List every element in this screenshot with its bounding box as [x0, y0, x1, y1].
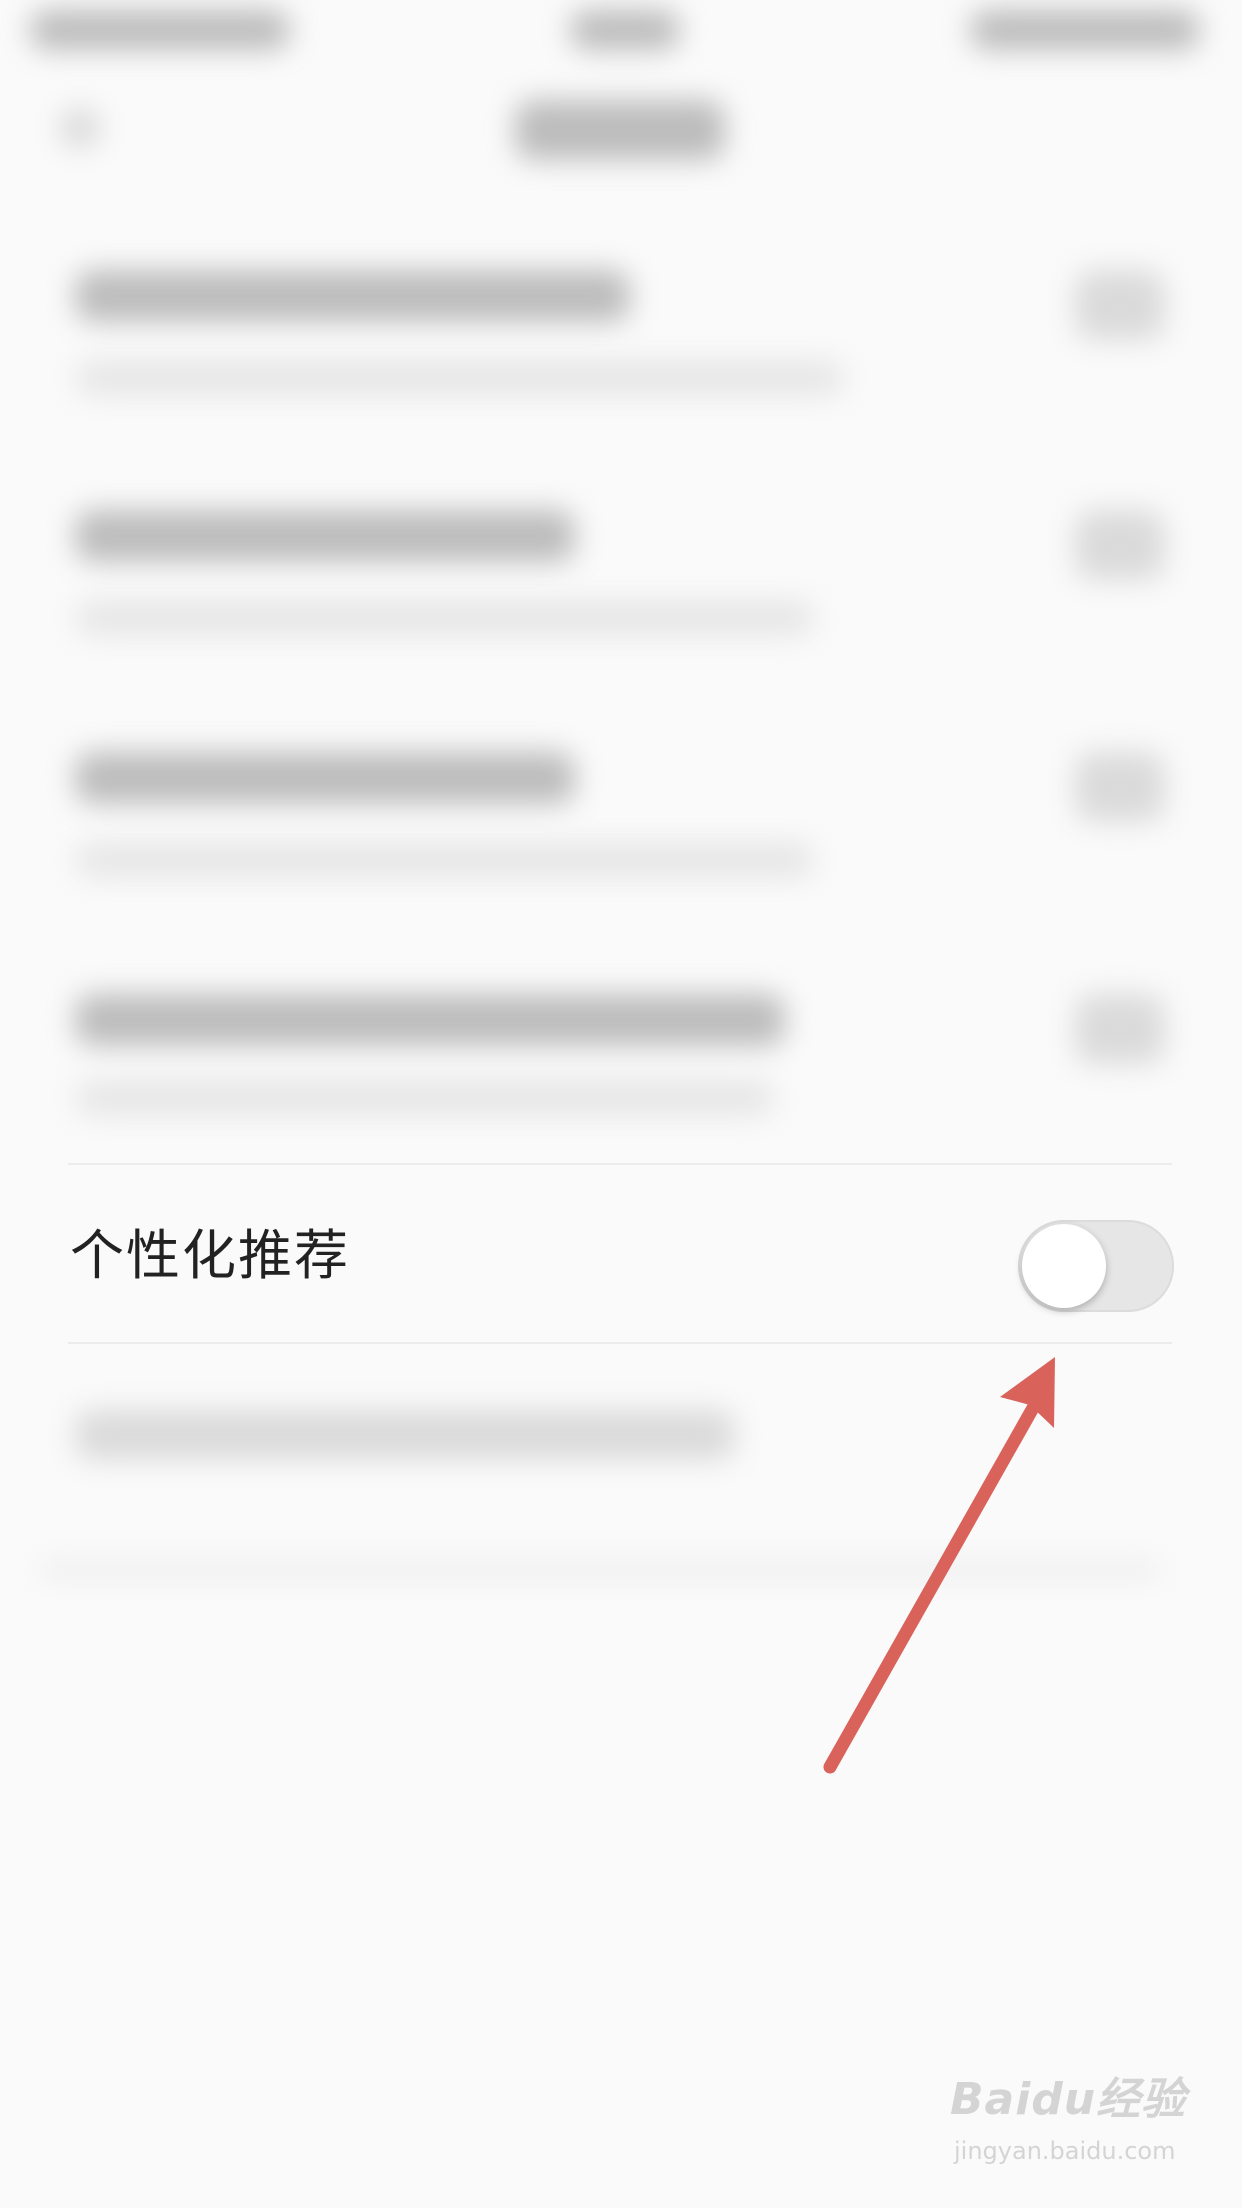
setting-item-blurred-desc — [75, 360, 845, 396]
setting-item-blurred-title — [75, 270, 630, 322]
divider — [68, 1163, 1172, 1165]
setting-item-blurred-desc — [75, 842, 815, 878]
back-icon[interactable] — [60, 108, 100, 148]
divider — [68, 1342, 1172, 1344]
setting-item-blurred-title — [75, 752, 575, 804]
setting-item-blurred-desc — [75, 1080, 775, 1116]
personalized-recommendation-label: 个性化推荐 — [70, 1224, 350, 1287]
chevron-right-icon[interactable] — [1075, 510, 1165, 580]
baidu-jingyan-watermark: Baidu经验 jingyan.baidu.com — [950, 2070, 1190, 2190]
chevron-right-icon[interactable] — [1075, 994, 1165, 1064]
toggle-knob — [1022, 1224, 1106, 1308]
chevron-right-icon[interactable] — [1075, 752, 1165, 822]
watermark-logo: Baidu经验 — [950, 2074, 1187, 2125]
status-bar-blurred-center — [570, 10, 680, 50]
status-bar-blurred-right — [970, 10, 1200, 50]
setting-item-blurred-desc — [75, 600, 815, 636]
personalized-recommendation-row[interactable]: 个性化推荐 — [0, 1166, 1242, 1344]
watermark-url: jingyan.baidu.com — [954, 2137, 1176, 2165]
footer-note-blurred-line — [40, 1560, 1160, 1580]
footer-note-blurred — [75, 1410, 735, 1460]
page-title-blurred — [515, 100, 725, 160]
status-bar-blurred-left — [30, 10, 290, 50]
settings-screen: 个性化推荐 Baidu经验 jingyan.baidu.com — [0, 0, 1242, 2208]
setting-item-blurred-title — [75, 994, 785, 1046]
personalized-recommendation-toggle[interactable] — [1018, 1220, 1174, 1312]
setting-item-blurred-title — [75, 510, 575, 562]
chevron-right-icon[interactable] — [1075, 270, 1165, 340]
